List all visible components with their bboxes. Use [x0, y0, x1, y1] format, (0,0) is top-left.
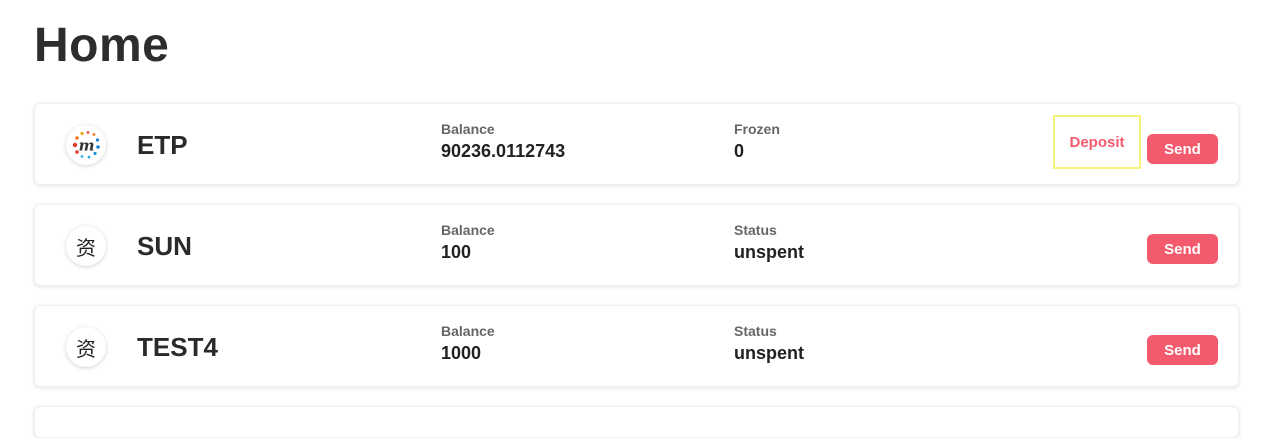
balance-label: Balance: [441, 323, 495, 339]
asset-glyph-icon: 资: [66, 327, 106, 367]
balance-label: Balance: [441, 121, 495, 137]
deposit-button[interactable]: Deposit: [1053, 115, 1141, 169]
frozen-value: 0: [734, 141, 745, 161]
asset-card-test4: 资 TEST4 Balance 1000 Status unspent Send: [34, 305, 1239, 387]
asset-card-partial: [34, 406, 1239, 438]
svg-text:m: m: [79, 137, 95, 155]
balance-value: 100: [441, 242, 472, 262]
asset-symbol: TEST4: [137, 332, 218, 362]
status-value: unspent: [734, 242, 804, 262]
asset-card-sun: 资 SUN Balance 100 Status unspent Send: [34, 204, 1239, 286]
page-title: Home: [34, 19, 170, 72]
send-button[interactable]: Send: [1147, 335, 1218, 365]
status-label: Status: [734, 222, 777, 238]
asset-glyph-icon: 资: [66, 226, 106, 266]
metaverse-logo-icon: m: [66, 125, 106, 165]
asset-symbol: SUN: [137, 231, 192, 261]
send-button[interactable]: Send: [1147, 134, 1218, 164]
frozen-label: Frozen: [734, 121, 780, 137]
balance-value: 90236.0112743: [441, 141, 566, 161]
balance-value: 1000: [441, 343, 482, 363]
status-value: unspent: [734, 343, 804, 363]
status-label: Status: [734, 323, 777, 339]
balance-label: Balance: [441, 222, 495, 238]
asset-card-etp: m ETP Balance 90236.0112743 Frozen 0 Dep…: [34, 103, 1239, 185]
asset-symbol: ETP: [137, 130, 188, 160]
send-button[interactable]: Send: [1147, 234, 1218, 264]
